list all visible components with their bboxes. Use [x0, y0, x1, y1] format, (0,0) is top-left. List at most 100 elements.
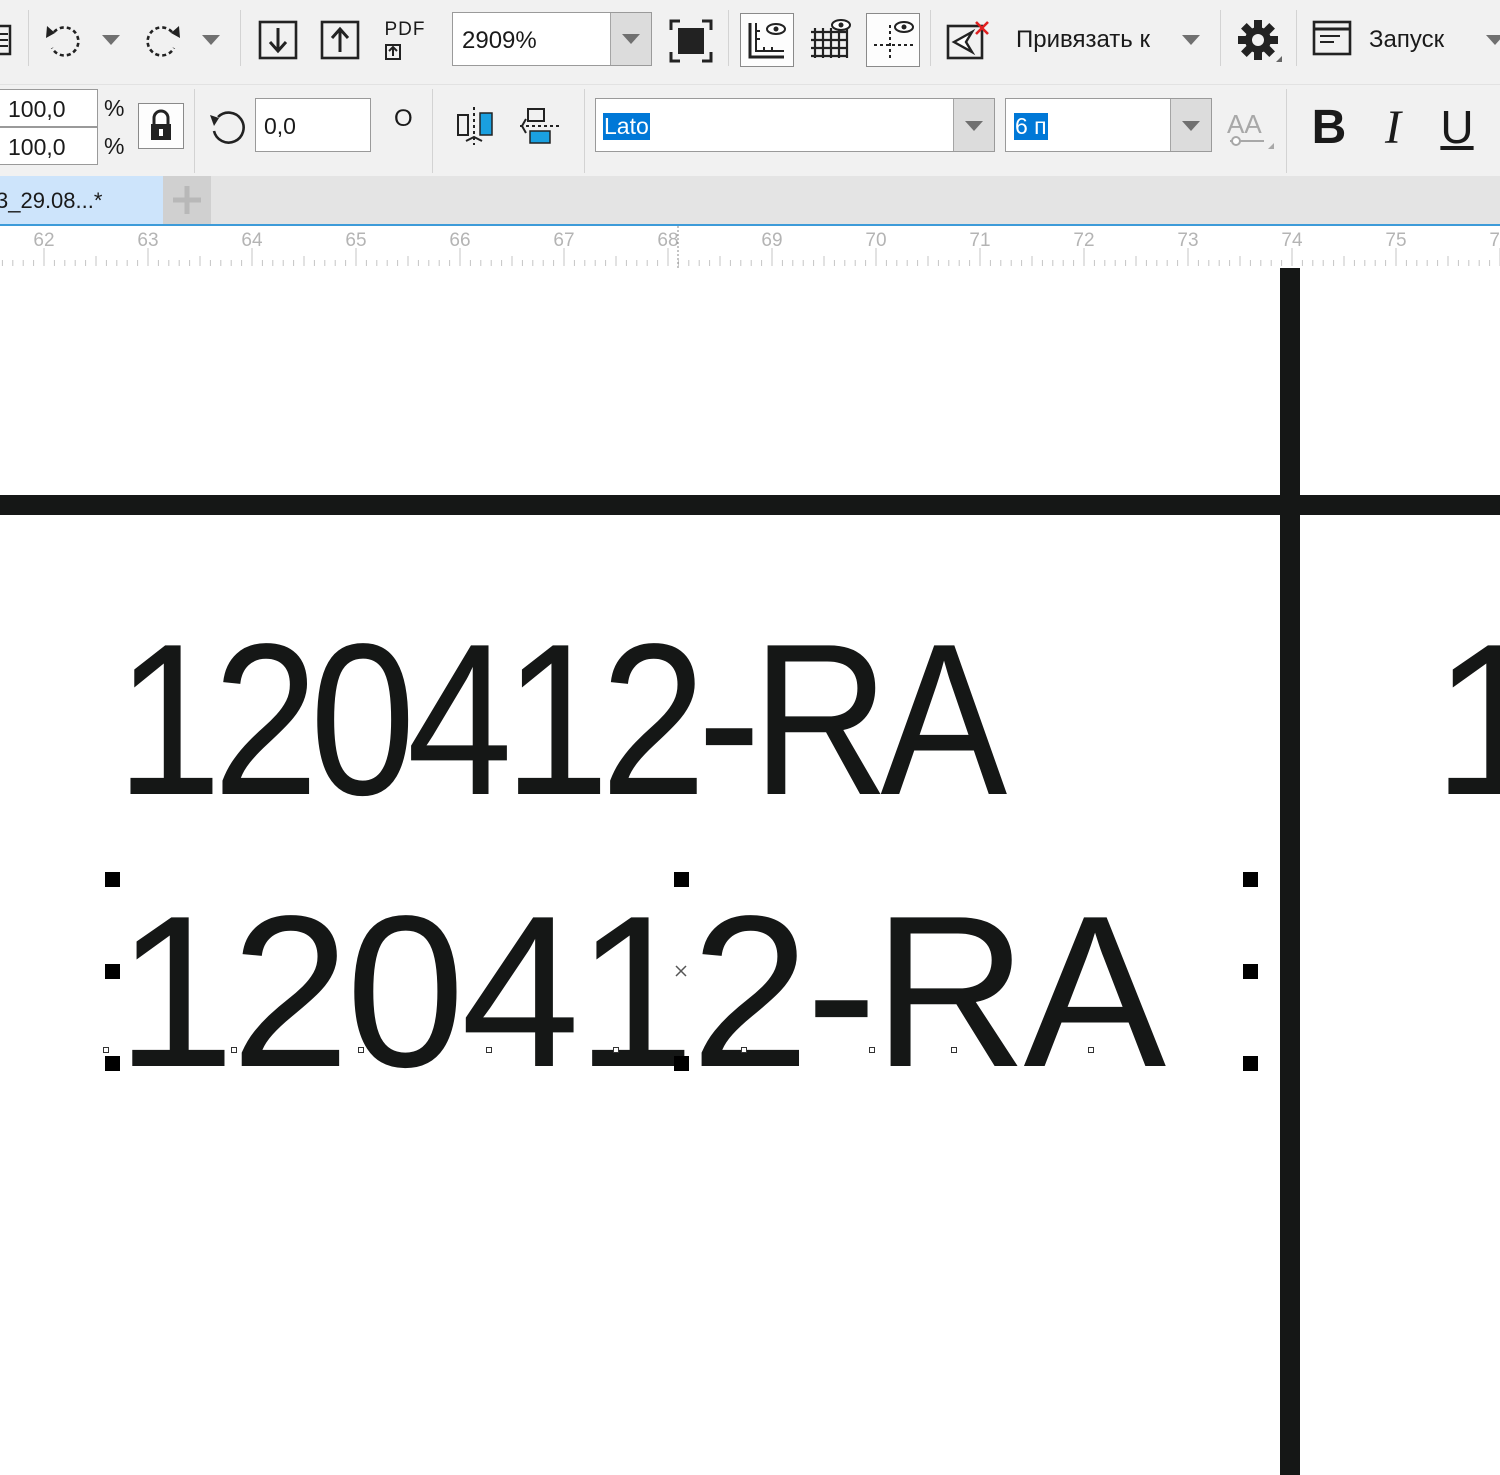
ruler-tick-label: 68 — [657, 230, 678, 251]
character-node[interactable] — [951, 1047, 957, 1053]
ruler-tick-label: 64 — [241, 230, 263, 251]
italic-button[interactable]: I — [1370, 99, 1416, 155]
font-size-value[interactable]: 6 п — [1014, 113, 1048, 140]
pdf-label: PDF — [384, 19, 426, 40]
ruler-tick-label: 67 — [553, 230, 574, 251]
ruler-tick-label: 65 — [345, 230, 366, 251]
font-scaling-icon[interactable]: AA — [1224, 101, 1276, 153]
scale-y-unit: % — [104, 133, 125, 159]
document-tab-bar: 3_29.08...* — [0, 176, 1500, 226]
scale-x-value: 100,0 — [8, 96, 66, 122]
standard-toolbar: PDF 2909% Привязать к Запуск — [0, 0, 1500, 84]
launch-menu[interactable]: Запуск — [1369, 26, 1444, 54]
drawing-canvas[interactable]: 120412-RA 1 120412-RA — [0, 268, 1500, 1475]
redo-icon[interactable] — [140, 18, 184, 62]
ruler-tick-label: 66 — [449, 230, 470, 251]
show-grid-toggle[interactable] — [805, 13, 855, 65]
export-icon[interactable] — [318, 18, 362, 62]
scale-x-unit: % — [104, 95, 125, 121]
rulers-icon — [748, 23, 786, 59]
scale-y-value: 100,0 — [8, 134, 66, 160]
grid-icon — [811, 19, 851, 58]
underline-button[interactable]: U — [1434, 99, 1480, 155]
bold-button[interactable]: B — [1306, 99, 1352, 155]
ruler-tick-label: 62 — [33, 230, 54, 251]
publish-pdf-button[interactable]: PDF — [382, 16, 428, 64]
selection-handle-bottom-center[interactable] — [674, 1056, 689, 1071]
mirror-horizontal-icon[interactable] — [452, 105, 500, 149]
ruler-tick-label: 74 — [1281, 230, 1303, 251]
document-tab-title: 3_29.08...* — [0, 188, 103, 213]
full-screen-icon[interactable] — [668, 18, 714, 64]
horizontal-ruler[interactable]: 62 63 64 65 66 67 68 69 70 71 72 73 74 75 76 — [0, 226, 1500, 269]
redo-dropdown-icon[interactable] — [202, 35, 220, 45]
ruler-tick-label: 72 — [1073, 230, 1094, 251]
character-node[interactable] — [1088, 1047, 1094, 1053]
lock-icon — [151, 109, 171, 140]
selection-handle-middle-right[interactable] — [1243, 964, 1258, 979]
text-object-selected[interactable]: 120412-RA — [116, 883, 1166, 1099]
selection-handle-top-left[interactable] — [105, 872, 120, 887]
ruler-tick-label: 73 — [1177, 230, 1198, 251]
undo-dropdown-icon[interactable] — [102, 35, 120, 45]
font-name-dropdown-button[interactable] — [953, 99, 994, 151]
svg-text:AA: AA — [1227, 109, 1262, 139]
character-node[interactable] — [613, 1047, 619, 1053]
chevron-down-icon — [965, 121, 983, 131]
font-name-combo[interactable]: Lato — [595, 98, 995, 152]
add-tab-button[interactable] — [163, 176, 211, 224]
pdf-export-icon — [385, 44, 401, 60]
guides-icon — [874, 21, 914, 61]
import-icon[interactable] — [256, 18, 300, 62]
text-object-right-partial[interactable]: 1 — [1432, 611, 1500, 827]
plus-icon — [173, 186, 201, 214]
selection-handle-top-center[interactable] — [674, 872, 689, 887]
scale-y-input[interactable]: 100,0 — [0, 127, 98, 165]
zoom-level-value[interactable]: 2909% — [462, 27, 537, 55]
character-node[interactable] — [741, 1047, 747, 1053]
zoom-dropdown-button[interactable] — [610, 13, 651, 65]
character-node[interactable] — [358, 1047, 364, 1053]
mirror-vertical-icon[interactable] — [516, 105, 564, 149]
rotation-angle-input[interactable]: 0,0 — [255, 98, 371, 152]
selection-handle-top-right[interactable] — [1243, 872, 1258, 887]
character-node[interactable] — [103, 1047, 109, 1053]
rotation-angle-value: 0,0 — [264, 113, 296, 139]
table-vertical-line — [1280, 268, 1300, 1475]
character-node[interactable] — [231, 1047, 237, 1053]
ruler-tick-label: 70 — [865, 230, 886, 251]
document-tab[interactable]: 3_29.08...* — [0, 176, 163, 224]
table-horizontal-line — [0, 495, 1500, 515]
degree-symbol: O — [394, 105, 413, 132]
chevron-down-icon — [1182, 121, 1200, 131]
chevron-down-icon — [622, 34, 640, 44]
launch-app-icon[interactable] — [1310, 16, 1356, 62]
ruler-tick-label: 75 — [1385, 230, 1406, 251]
gear-icon[interactable] — [1234, 16, 1284, 66]
launch-dropdown-icon[interactable] — [1486, 35, 1500, 45]
text-object-upper[interactable]: 120412-RA — [116, 611, 1007, 827]
font-name-value[interactable]: Lato — [603, 113, 650, 140]
snap-to-menu[interactable]: Привязать к — [1016, 26, 1150, 54]
scale-x-input[interactable]: 100,0 — [0, 89, 98, 127]
font-size-combo[interactable]: 6 п — [1005, 98, 1212, 152]
snap-off-icon[interactable] — [942, 16, 992, 66]
selection-center-marker[interactable] — [674, 964, 688, 978]
font-size-dropdown-button[interactable] — [1170, 99, 1211, 151]
snap-dropdown-icon[interactable] — [1182, 35, 1200, 45]
lock-ratio-button[interactable] — [138, 103, 184, 149]
undo-icon[interactable] — [42, 18, 86, 62]
show-rulers-toggle[interactable] — [740, 13, 794, 67]
selection-handle-middle-left[interactable] — [105, 964, 120, 979]
ruler-tick-label: 71 — [969, 230, 990, 251]
character-node[interactable] — [869, 1047, 875, 1053]
document-icon[interactable] — [0, 22, 12, 58]
property-bar: 100,0 % 100,0 % 0,0 O Lato 6 п AA B I U — [0, 84, 1500, 177]
show-guides-toggle[interactable] — [866, 13, 920, 67]
selection-handle-bottom-right[interactable] — [1243, 1056, 1258, 1071]
character-node[interactable] — [486, 1047, 492, 1053]
zoom-level-combo[interactable]: 2909% — [452, 12, 652, 66]
selection-handle-bottom-left[interactable] — [105, 1056, 120, 1071]
ruler-tick-label: 63 — [137, 230, 158, 251]
ruler-tick-label: 69 — [761, 230, 782, 251]
